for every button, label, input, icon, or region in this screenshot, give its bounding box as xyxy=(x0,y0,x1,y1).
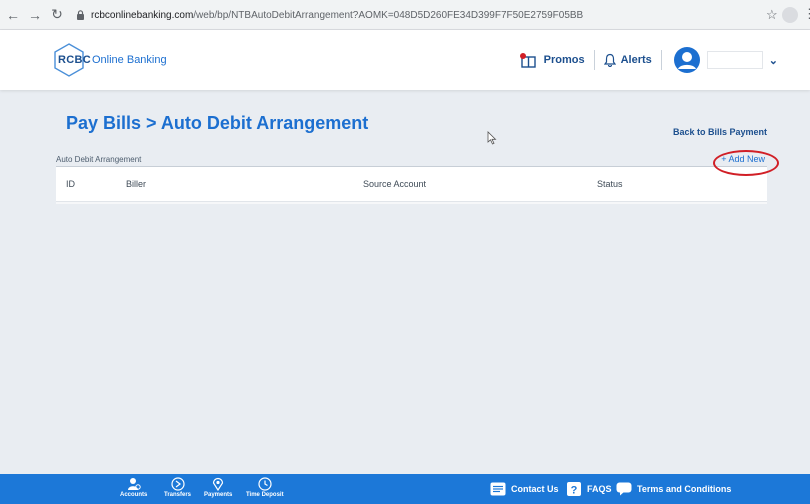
section-label: Auto Debit Arrangement xyxy=(56,154,142,164)
panel-header: Auto Debit Arrangement + Add New xyxy=(56,152,767,167)
logo-text: RCBC xyxy=(58,54,91,66)
footer-bar: Accounts Transfers Payments Time Deposit… xyxy=(0,474,810,504)
auto-debit-panel: Auto Debit Arrangement + Add New ID Bill… xyxy=(56,152,767,204)
column-source-account: Source Account xyxy=(363,179,427,189)
reload-icon[interactable]: ↻ xyxy=(48,6,66,23)
promos-link[interactable]: Promos xyxy=(544,54,585,66)
lock-icon xyxy=(77,10,84,20)
contact-us-icon xyxy=(490,482,506,496)
browser-profile-icon[interactable] xyxy=(782,7,798,23)
forward-arrow-icon[interactable]: → xyxy=(26,7,44,23)
bookmark-star-icon[interactable]: ☆ xyxy=(766,7,778,23)
app-header: RCBC Online Banking Promos Alerts ⌄ xyxy=(0,30,810,90)
payments-icon xyxy=(213,477,224,491)
rcbc-logo[interactable]: RCBC Online Banking xyxy=(52,43,167,77)
clock-icon xyxy=(258,477,272,491)
promos-gift-icon[interactable] xyxy=(519,52,538,68)
column-status: Status xyxy=(597,179,623,189)
accounts-icon xyxy=(127,478,141,490)
logo-subtitle: Online Banking xyxy=(92,54,167,66)
question-mark-icon: ? xyxy=(567,482,581,497)
faqs-link[interactable]: ? FAQS xyxy=(566,482,612,496)
column-biller: Biller xyxy=(126,179,147,189)
avatar-icon[interactable] xyxy=(673,46,701,74)
svg-text:?: ? xyxy=(571,485,578,497)
chevron-down-icon[interactable]: ⌄ xyxy=(769,54,778,67)
column-id: ID xyxy=(66,179,75,189)
browser-toolbar: ← → ↻ rcbconlinebanking.com/web/bp/NTBAu… xyxy=(0,0,810,30)
browser-menu-icon[interactable]: ⋮ xyxy=(803,6,810,22)
url-path: /web/bp/NTBAutoDebitArrangement?AOMK=048… xyxy=(193,9,584,21)
username-field xyxy=(706,51,763,69)
page-title: Pay Bills > Auto Debit Arrangement xyxy=(66,113,369,133)
address-bar[interactable]: rcbconlinebanking.com/web/bp/NTBAutoDebi… xyxy=(76,5,776,25)
terms-chat-icon xyxy=(616,482,632,496)
mouse-cursor-icon xyxy=(487,131,497,145)
alerts-link[interactable]: Alerts xyxy=(621,54,652,66)
footer-nav-label: Time Deposit xyxy=(246,492,284,498)
logo-hexagon-icon: RCBC xyxy=(52,43,91,77)
terms-and-conditions-link[interactable]: Terms and Conditions xyxy=(616,482,731,496)
back-arrow-icon[interactable]: ← xyxy=(4,7,22,23)
header-actions: Promos Alerts ⌄ xyxy=(519,44,778,76)
table-header: ID Biller Source Account Status xyxy=(56,167,767,202)
back-to-bills-payment-link[interactable]: Back to Bills Payment xyxy=(673,127,767,137)
table-body xyxy=(56,202,767,204)
faqs-label: FAQS xyxy=(587,484,612,494)
footer-nav-accounts[interactable]: Accounts xyxy=(120,477,147,498)
footer-nav-label: Accounts xyxy=(120,492,148,498)
header-divider xyxy=(593,50,595,70)
footer-nav-label: Transfers xyxy=(164,492,192,498)
footer-nav-label: Payments xyxy=(204,492,233,498)
annotation-circle xyxy=(713,150,779,176)
footer-nav-transfers[interactable]: Transfers xyxy=(164,477,191,498)
footer-nav-time-deposit[interactable]: Time Deposit xyxy=(246,477,284,498)
footer-nav-payments[interactable]: Payments xyxy=(204,477,232,498)
bell-icon[interactable] xyxy=(603,53,616,67)
url-host: rcbconlinebanking.com xyxy=(91,9,194,21)
terms-label: Terms and Conditions xyxy=(637,484,732,494)
header-divider xyxy=(660,50,662,70)
contact-us-label: Contact Us xyxy=(511,484,559,494)
contact-us-link[interactable]: Contact Us xyxy=(490,482,559,496)
transfers-icon xyxy=(170,477,185,491)
